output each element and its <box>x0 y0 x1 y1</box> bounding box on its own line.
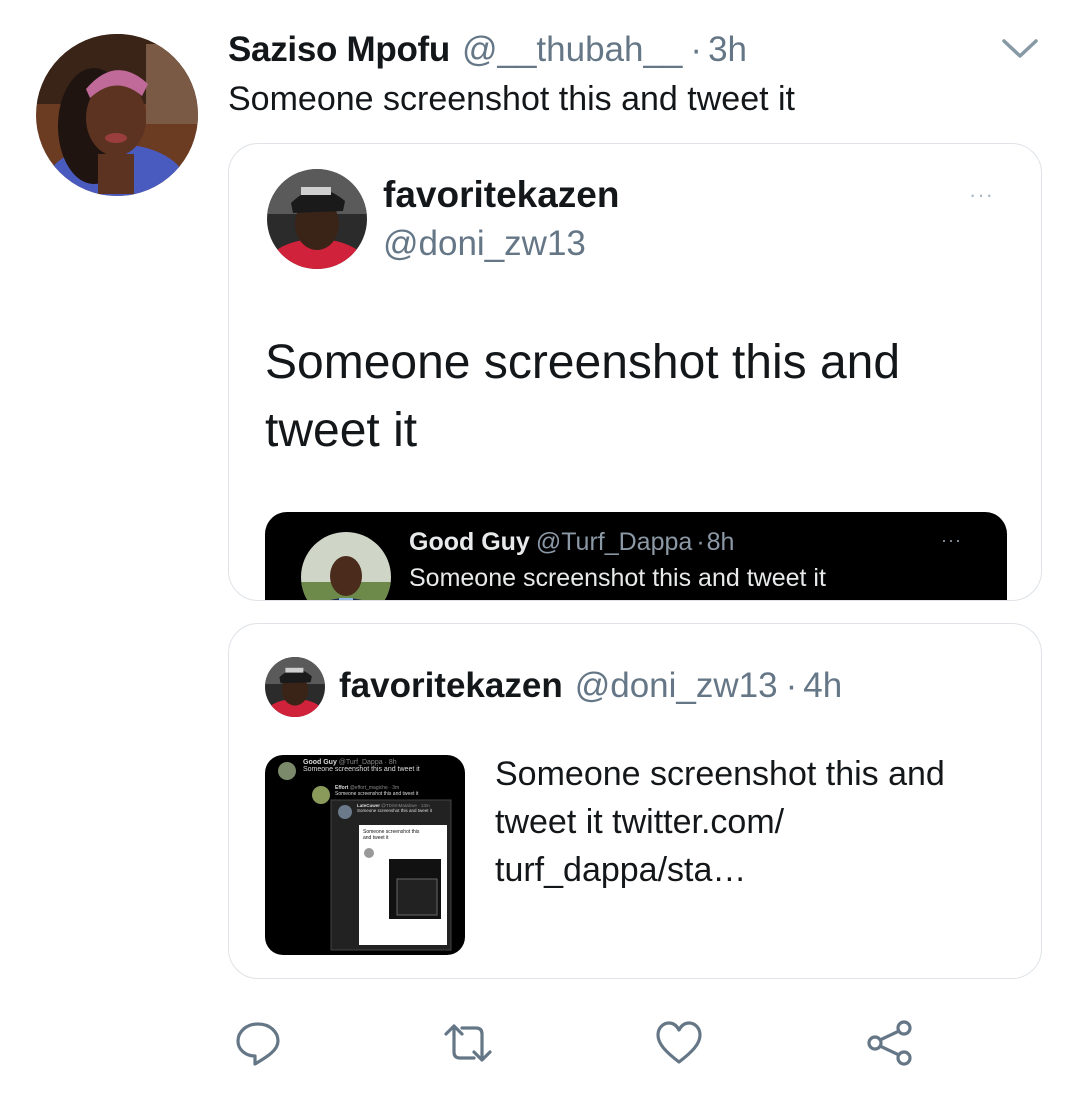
linked-author-name[interactable]: favoritekazen <box>339 666 563 706</box>
quoted-tweet-text: Someone screenshot this and tweet it <box>265 336 901 457</box>
chevron-down-icon[interactable] <box>998 32 1042 64</box>
heart-icon[interactable] <box>654 1018 704 1068</box>
thumb-row3-text: Someone screenshot this and tweet it <box>357 808 433 813</box>
embedded-timestamp: 8h <box>706 528 735 556</box>
quoted-author-avatar[interactable] <box>267 169 367 269</box>
thumb-row1-meta: @Turf_Dappa · 8h <box>338 759 397 766</box>
author-handle[interactable]: @__thubah__ <box>462 30 682 70</box>
thumb-inner-text: Someone screenshot this and tweet it <box>363 829 420 841</box>
linked-author-handle[interactable]: @doni_zw13 <box>575 666 778 706</box>
quoted-author-name[interactable]: favoritekazen <box>383 174 620 216</box>
tweet-text: Someone screenshot this and tweet it <box>228 80 795 118</box>
author-avatar[interactable] <box>36 34 198 196</box>
quoted-tweet-card[interactable]: favoritekazen @doni_zw13 ··· Someone scr… <box>228 143 1042 601</box>
linked-tweet-card[interactable]: favoritekazen @doni_zw13 · 4h Good Guy @… <box>228 623 1042 979</box>
embedded-author-handle: @Turf_Dappa <box>535 528 693 556</box>
more-options-icon[interactable]: ··· <box>969 182 994 208</box>
share-icon[interactable] <box>865 1018 915 1068</box>
tweet-timestamp[interactable]: 3h <box>708 30 747 70</box>
thumb-row1: Good Guy @Turf_Dappa · 8h Someone screen… <box>303 759 420 773</box>
embedded-tweet-text: Someone screenshot this and tweet it <box>409 564 826 592</box>
author-name[interactable]: Saziso Mpofu <box>228 30 450 70</box>
thumb-row2: Effort @effort_magiche · 3m Someone scre… <box>335 785 418 797</box>
more-options-icon: ··· <box>941 530 962 550</box>
quoted-author-handle[interactable]: @doni_zw13 <box>383 224 586 264</box>
embedded-author-line: Good Guy @Turf_Dappa ·8h <box>409 528 734 557</box>
thumb-row1-name: Good Guy <box>303 759 337 766</box>
thumb-row3: LateCuwer @TDSmMatabwe · 13m Someone scr… <box>357 803 432 813</box>
thumb-row1-text: Someone screenshot this and tweet it <box>303 766 420 773</box>
embedded-author-name: Good Guy <box>409 528 530 556</box>
linked-timestamp[interactable]: 4h <box>803 666 842 706</box>
linked-tweet-text: Someone screenshot this and tweet it twi… <box>495 755 945 889</box>
embedded-dark-tweet: Good Guy @Turf_Dappa ·8h Someone screensho… <box>265 512 1007 600</box>
screenshot-thumbnail[interactable]: Good Guy @Turf_Dappa · 8h Someone screen… <box>265 755 465 955</box>
thumb-row2-text: Someone screenshot this and tweet it <box>335 791 419 797</box>
linked-author-avatar[interactable] <box>265 657 325 717</box>
embedded-author-avatar <box>301 532 391 600</box>
separator-dot: · <box>690 30 703 69</box>
reply-icon[interactable] <box>233 1018 283 1068</box>
separator-dot: · <box>696 528 705 556</box>
linked-author-line: favoritekazen @doni_zw13 · 4h <box>339 666 842 706</box>
tweet-author-line: Saziso Mpofu @__thubah__ · 3h <box>228 30 747 72</box>
separator-dot: · <box>785 666 798 705</box>
retweet-icon[interactable] <box>443 1018 493 1068</box>
